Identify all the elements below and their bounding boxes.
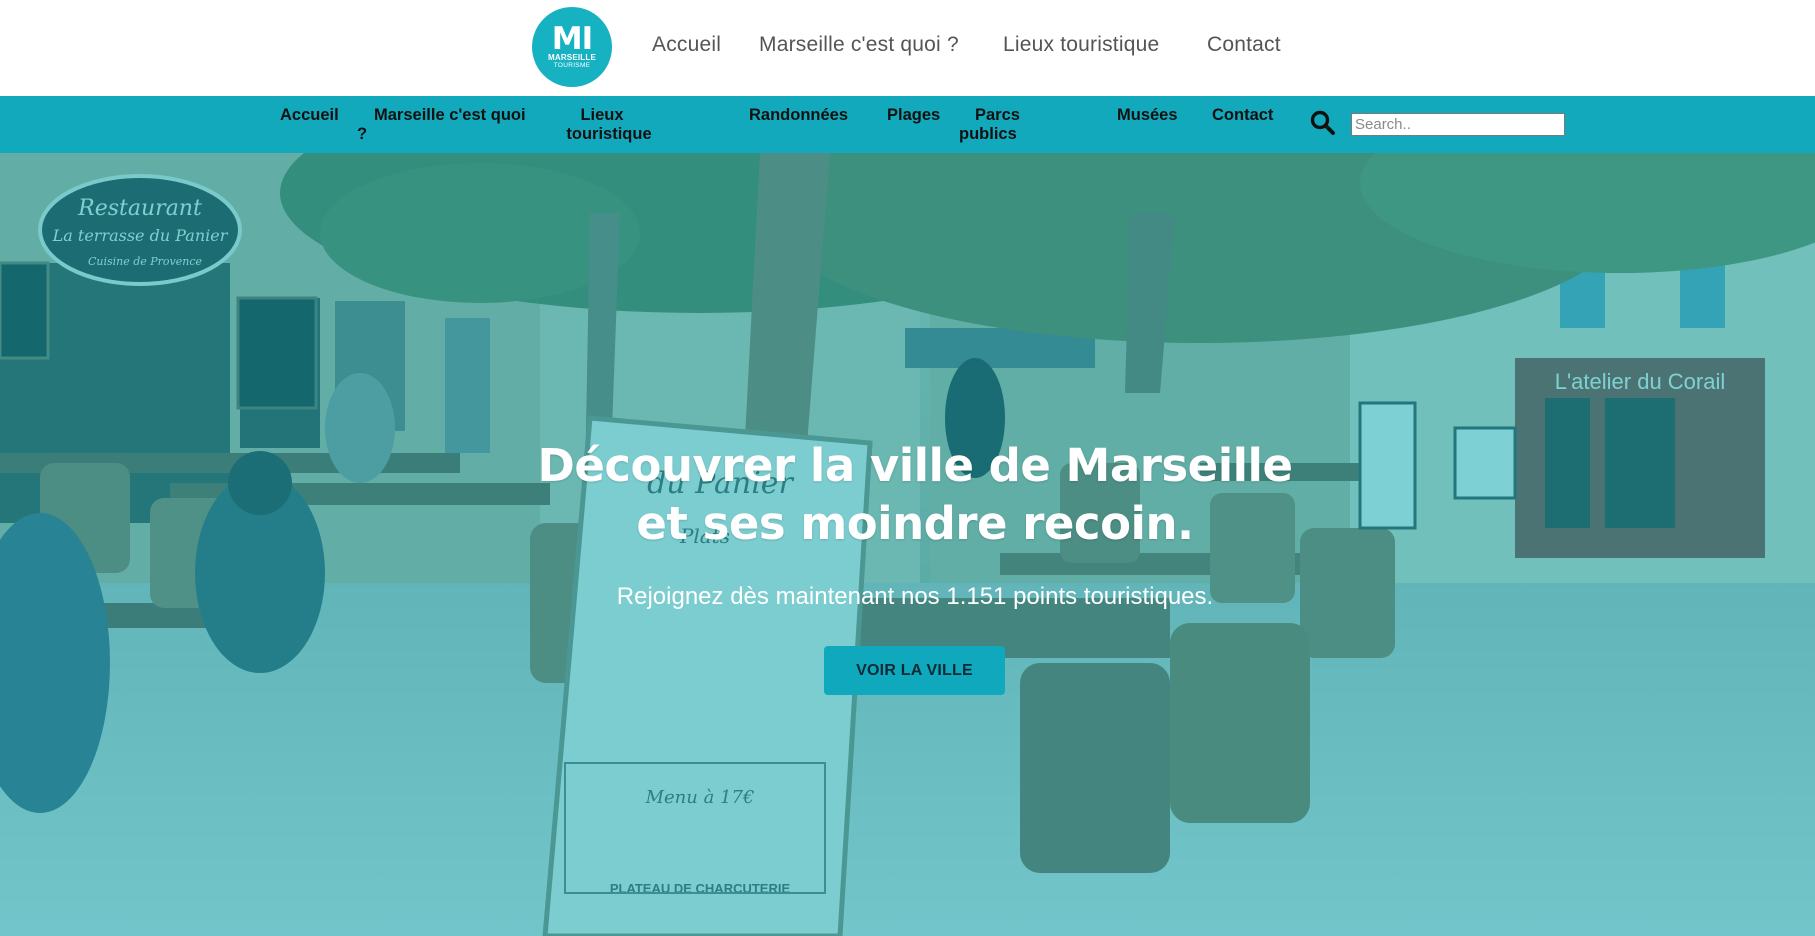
nav-item-lieux-touristique[interactable]: Lieux touristique <box>562 106 656 144</box>
hero-title-line-2: et ses moindre recoin. <box>636 497 1194 550</box>
nav-item-label: Accueil <box>280 106 339 124</box>
top-nav-lieux-touristique[interactable]: Lieux touristique <box>1003 33 1159 57</box>
top-nav-marseille-cest-quoi[interactable]: Marseille c'est quoi ? <box>759 33 959 57</box>
nav-item-label: Parcs <box>975 106 1020 124</box>
hero-title-line-1: Découvrer la ville de Marseille <box>537 439 1294 492</box>
nav-item-marseille-cest-quoi[interactable]: Marseille c'est quoi ? <box>357 106 537 144</box>
top-header: MI MARSEILLE TOURISME Accueil Marseille … <box>0 0 1815 96</box>
nav-item-label: Marseille c'est quoi <box>374 106 526 124</box>
nav-item-label: Randonnées <box>749 106 849 124</box>
nav-item-label: Plages <box>887 106 941 124</box>
nav-item-contact[interactable]: Contact <box>1212 106 1273 125</box>
nav-item-label: ? <box>357 125 368 143</box>
search-input[interactable] <box>1351 113 1565 136</box>
nav-item-plages[interactable]: Plages <box>887 106 940 125</box>
logo-mark: MI <box>551 20 593 57</box>
nav-item-accueil[interactable]: Accueil <box>280 106 339 125</box>
top-nav-accueil[interactable]: Accueil <box>652 33 721 57</box>
nav-item-parcs-publics[interactable]: Parcs publics <box>959 106 1039 144</box>
hero-title: Découvrer la ville de Marseille et ses m… <box>0 437 1815 553</box>
logo-word-tourisme: TOURISME <box>553 61 591 69</box>
nav-item-label: Musées <box>1117 106 1178 124</box>
nav-item-label: Contact <box>1212 106 1274 124</box>
hero-section: Restaurant La terrasse du Panier Cuisine… <box>0 153 1815 936</box>
logo-word-marseille: MARSEILLE <box>547 52 597 62</box>
nav-item-musees[interactable]: Musées <box>1117 106 1178 125</box>
top-nav-contact[interactable]: Contact <box>1207 33 1281 57</box>
hero-subtitle: Rejoignez dès maintenant nos 1.151 point… <box>616 583 1214 610</box>
nav-item-label: Lieux <box>580 106 624 124</box>
nav-item-label: publics <box>959 125 1017 143</box>
search-icon[interactable] <box>1309 109 1337 137</box>
marseille-tourisme-logo[interactable]: MI MARSEILLE TOURISME <box>532 7 612 87</box>
nav-item-randonnees[interactable]: Randonnées <box>749 106 848 125</box>
voir-la-ville-button[interactable]: VOIR LA VILLE <box>824 646 1005 695</box>
nav-item-label: touristique <box>566 125 652 143</box>
